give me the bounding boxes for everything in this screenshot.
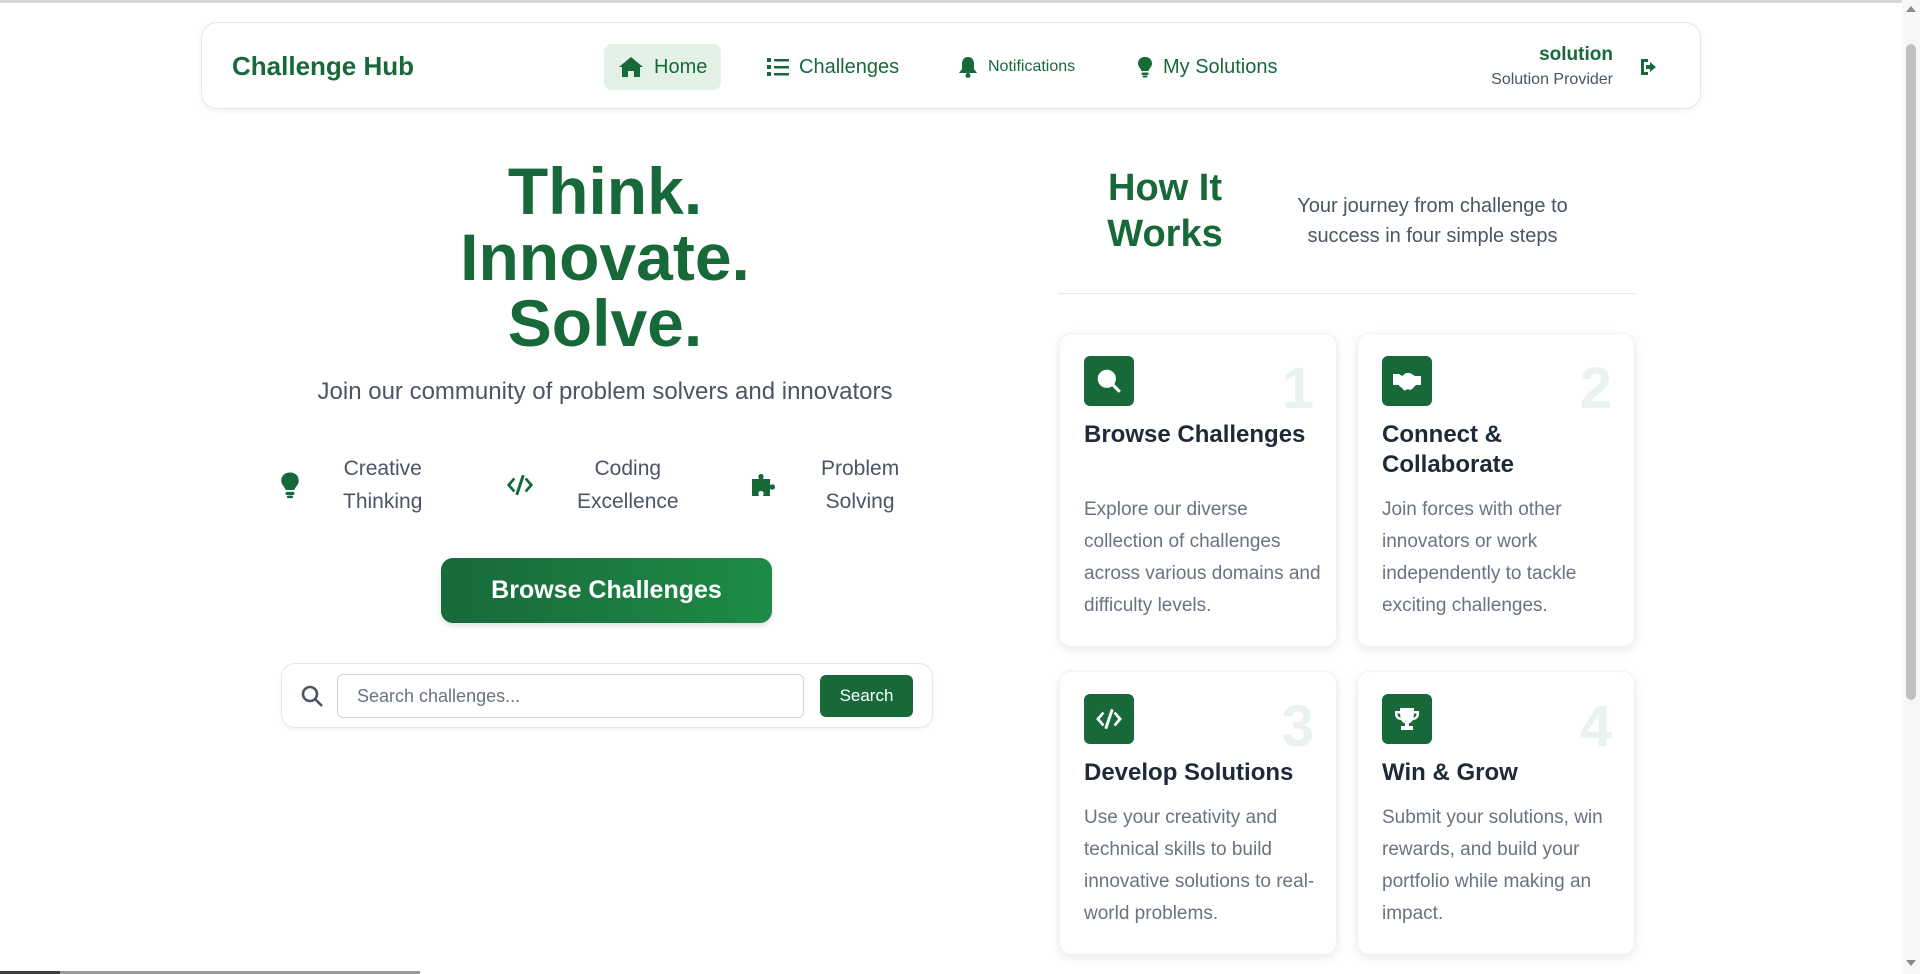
brand-logo[interactable]: Challenge Hub bbox=[232, 51, 414, 82]
scroll-thumb[interactable] bbox=[1906, 44, 1916, 700]
nav-home[interactable]: Home bbox=[604, 44, 722, 90]
feature-label-line1: Problem bbox=[821, 457, 900, 480]
how-title-line1: How It bbox=[1108, 167, 1222, 209]
step-title: Browse Challenges bbox=[1084, 421, 1306, 448]
code-icon bbox=[506, 474, 534, 496]
search-bar: Search bbox=[281, 663, 933, 728]
feature-label-line2: Excellence bbox=[577, 490, 679, 513]
how-it-works-subtitle: Your journey from challenge to success i… bbox=[1280, 191, 1585, 251]
search-input[interactable] bbox=[337, 674, 804, 718]
step-number: 2 bbox=[1579, 356, 1612, 421]
step-icon-box bbox=[1084, 694, 1134, 744]
step-description: Submit your solutions, win rewards, and … bbox=[1382, 807, 1603, 924]
list-icon bbox=[767, 58, 789, 76]
step-card-develop: 3 Develop Solutions Use your creativity … bbox=[1059, 671, 1337, 955]
home-icon bbox=[619, 57, 643, 77]
nav-my-solutions-label: My Solutions bbox=[1163, 55, 1278, 78]
step-icon-box bbox=[1084, 356, 1134, 406]
nav-notifications[interactable]: Notifications bbox=[944, 44, 1089, 90]
nav-challenges[interactable]: Challenges bbox=[753, 44, 913, 90]
step-description: Explore our diverse collection of challe… bbox=[1084, 499, 1321, 616]
browse-challenges-button[interactable]: Browse Challenges bbox=[441, 558, 772, 623]
step-title: Connect & Collaborate bbox=[1382, 421, 1515, 478]
trophy-icon bbox=[1395, 708, 1419, 730]
feature-coding-excellence: Coding Excellence bbox=[505, 452, 679, 518]
step-number: 3 bbox=[1281, 694, 1314, 759]
step-title: Win & Grow bbox=[1382, 759, 1518, 786]
feature-label-line2: Solving bbox=[825, 490, 895, 513]
step-card-win: 4 Win & Grow Submit your solutions, win … bbox=[1357, 671, 1635, 955]
step-number: 4 bbox=[1579, 694, 1612, 759]
feature-label-line1: Creative bbox=[343, 457, 422, 480]
step-description: Use your creativity and technical skills… bbox=[1084, 807, 1315, 924]
handshake-icon bbox=[1393, 373, 1421, 391]
nav-challenges-label: Challenges bbox=[799, 55, 900, 78]
divider bbox=[1058, 293, 1635, 294]
navbar: Challenge Hub Home Challenges Notificati… bbox=[201, 22, 1701, 109]
step-number: 1 bbox=[1281, 356, 1314, 421]
how-it-works-title: How It Works bbox=[1090, 165, 1240, 257]
step-icon-box bbox=[1382, 694, 1432, 744]
step-title: Develop Solutions bbox=[1084, 759, 1294, 786]
hero-subtitle: Join our community of problem solvers an… bbox=[317, 378, 893, 405]
hero-line-think: Think. bbox=[507, 154, 703, 228]
search-icon bbox=[1097, 369, 1121, 393]
feature-problem-solving: Problem Solving bbox=[749, 452, 899, 518]
nav-my-solutions[interactable]: My Solutions bbox=[1123, 44, 1292, 90]
feature-label-line1: Coding bbox=[594, 457, 662, 480]
scroll-down-arrow-icon[interactable] bbox=[1906, 960, 1916, 966]
how-title-line2: Works bbox=[1107, 213, 1223, 255]
puzzle-icon bbox=[752, 474, 775, 496]
how-sub-line1: Your journey from challenge to bbox=[1297, 195, 1568, 217]
bell-icon bbox=[959, 57, 977, 78]
hero-line-innovate: Innovate. bbox=[460, 220, 750, 294]
code-icon bbox=[1096, 708, 1122, 730]
nav-home-label: Home bbox=[654, 55, 708, 78]
lightbulb-icon bbox=[281, 472, 299, 499]
user-name[interactable]: solution bbox=[1539, 44, 1613, 66]
step-card-browse: 1 Browse Challenges Explore our diverse … bbox=[1059, 333, 1337, 647]
browser-top-border bbox=[0, 0, 1920, 3]
nav-notifications-label: Notifications bbox=[988, 58, 1076, 75]
page-scrollbar[interactable] bbox=[1902, 0, 1920, 974]
scroll-up-arrow-icon[interactable] bbox=[1906, 6, 1916, 12]
step-icon-box bbox=[1382, 356, 1432, 406]
user-role: Solution Provider bbox=[1491, 71, 1613, 88]
step-description: Join forces with other innovators or wor… bbox=[1382, 499, 1577, 616]
feature-label-line2: Thinking bbox=[343, 490, 423, 513]
how-sub-line2: success in four simple steps bbox=[1307, 225, 1558, 247]
search-button[interactable]: Search bbox=[820, 675, 913, 717]
search-icon bbox=[301, 685, 323, 707]
step-card-connect: 2 Connect & Collaborate Join forces with… bbox=[1357, 333, 1635, 647]
hero-line-solve: Solve. bbox=[507, 286, 703, 360]
logout-icon[interactable] bbox=[1638, 56, 1660, 78]
feature-creative-thinking: Creative Thinking bbox=[275, 452, 422, 518]
lightbulb-icon bbox=[1138, 57, 1152, 78]
